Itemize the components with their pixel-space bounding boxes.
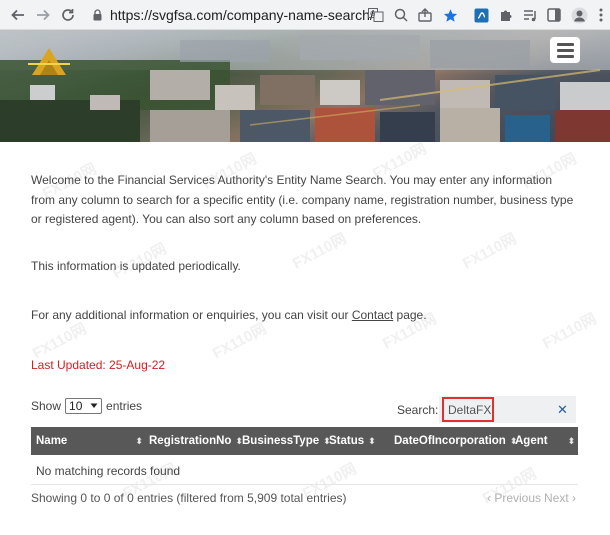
share-icon[interactable]	[416, 6, 434, 24]
browser-toolbar: https://svgfsa.com/company-name-search/ …	[0, 0, 610, 30]
address-bar[interactable]: https://svgfsa.com/company-name-search/	[84, 4, 468, 26]
column-header-agent[interactable]: Agent ⬍	[515, 427, 575, 455]
media-queue-icon[interactable]	[521, 6, 539, 24]
contact-paragraph: For any additional information or enquir…	[31, 306, 576, 326]
puzzle-icon[interactable]	[497, 6, 515, 24]
previous-page-button[interactable]: ‹ Previous	[487, 491, 541, 505]
table-header: Name ⬍ RegistrationNo ⬍ BusinessType ⬍ Stat…	[31, 427, 578, 455]
forward-arrow-icon[interactable]	[33, 5, 53, 25]
table-row: No matching records found	[31, 455, 578, 485]
side-panel-icon[interactable]	[545, 6, 563, 24]
entries-select[interactable]: 10	[65, 398, 103, 414]
next-page-button[interactable]: Next ›	[544, 491, 576, 505]
svg-text:G: G	[370, 10, 375, 18]
entries-select-value: 10	[69, 399, 83, 413]
back-arrow-icon[interactable]	[8, 5, 28, 25]
fsa-logo[interactable]	[28, 42, 70, 76]
previous-label: Previous	[494, 491, 542, 505]
empty-message: No matching records found	[36, 464, 181, 478]
menu-bar-icon	[556, 54, 574, 58]
search-label: Search:	[397, 403, 439, 417]
contact-text-after: page.	[393, 308, 427, 322]
entries-length-control: Show 10 entries	[31, 398, 142, 414]
table-info: Showing 0 to 0 of 0 entries (filtered fr…	[31, 491, 347, 505]
bookmark-star-icon[interactable]	[441, 6, 459, 24]
search-input-value[interactable]: DeltaFX	[442, 397, 494, 422]
chevron-right-icon: ›	[568, 491, 577, 505]
column-label: Agent	[515, 435, 548, 447]
entries-label: entries	[106, 399, 143, 413]
translate-icon[interactable]: G	[367, 6, 385, 24]
chevron-down-icon	[90, 403, 98, 408]
welcome-paragraph: Welcome to the Financial Services Author…	[31, 173, 574, 226]
last-updated: Last Updated: 25-Aug-22	[31, 358, 166, 372]
show-label: Show	[31, 399, 62, 413]
column-header-registrationno[interactable]: RegistrationNo ⬍	[149, 427, 243, 455]
contact-link[interactable]: Contact	[352, 308, 393, 322]
column-label: Status	[329, 435, 365, 447]
menu-bar-icon	[556, 42, 574, 46]
more-menu-icon[interactable]	[592, 6, 610, 24]
clear-search-icon[interactable]: ✕	[557, 403, 568, 418]
contact-text-before: For any additional information or enquir…	[31, 308, 352, 322]
sort-icon: ⬍	[368, 437, 376, 447]
column-header-status[interactable]: Status ⬍	[329, 427, 376, 455]
hero-banner	[0, 30, 610, 142]
next-label: Next	[544, 491, 569, 505]
zoom-icon[interactable]	[392, 6, 410, 24]
menu-bar-icon	[556, 48, 574, 52]
column-header-businesstype[interactable]: BusinessType ⬍	[242, 427, 331, 455]
profile-icon[interactable]	[570, 6, 588, 24]
city-photo	[0, 30, 610, 142]
column-header-name[interactable]: Name ⬍	[36, 427, 143, 455]
column-label: BusinessType	[242, 435, 320, 447]
update-note: This information is updated periodically…	[31, 259, 241, 273]
url-text[interactable]: https://svgfsa.com/company-name-search/	[110, 7, 374, 23]
lock-icon[interactable]	[93, 9, 102, 21]
column-label: Name	[36, 435, 68, 447]
reload-icon[interactable]	[58, 5, 78, 25]
column-label: RegistrationNo	[149, 435, 232, 447]
hamburger-menu-button[interactable]	[550, 37, 580, 63]
sort-icon: ⬍	[135, 437, 143, 447]
sort-icon: ⬍	[567, 437, 576, 447]
column-label: DateOfIncorporation	[394, 435, 506, 447]
column-header-dateofincorporation[interactable]: DateOfIncorporation ⬍	[394, 427, 517, 455]
extension-icon[interactable]	[472, 6, 490, 24]
